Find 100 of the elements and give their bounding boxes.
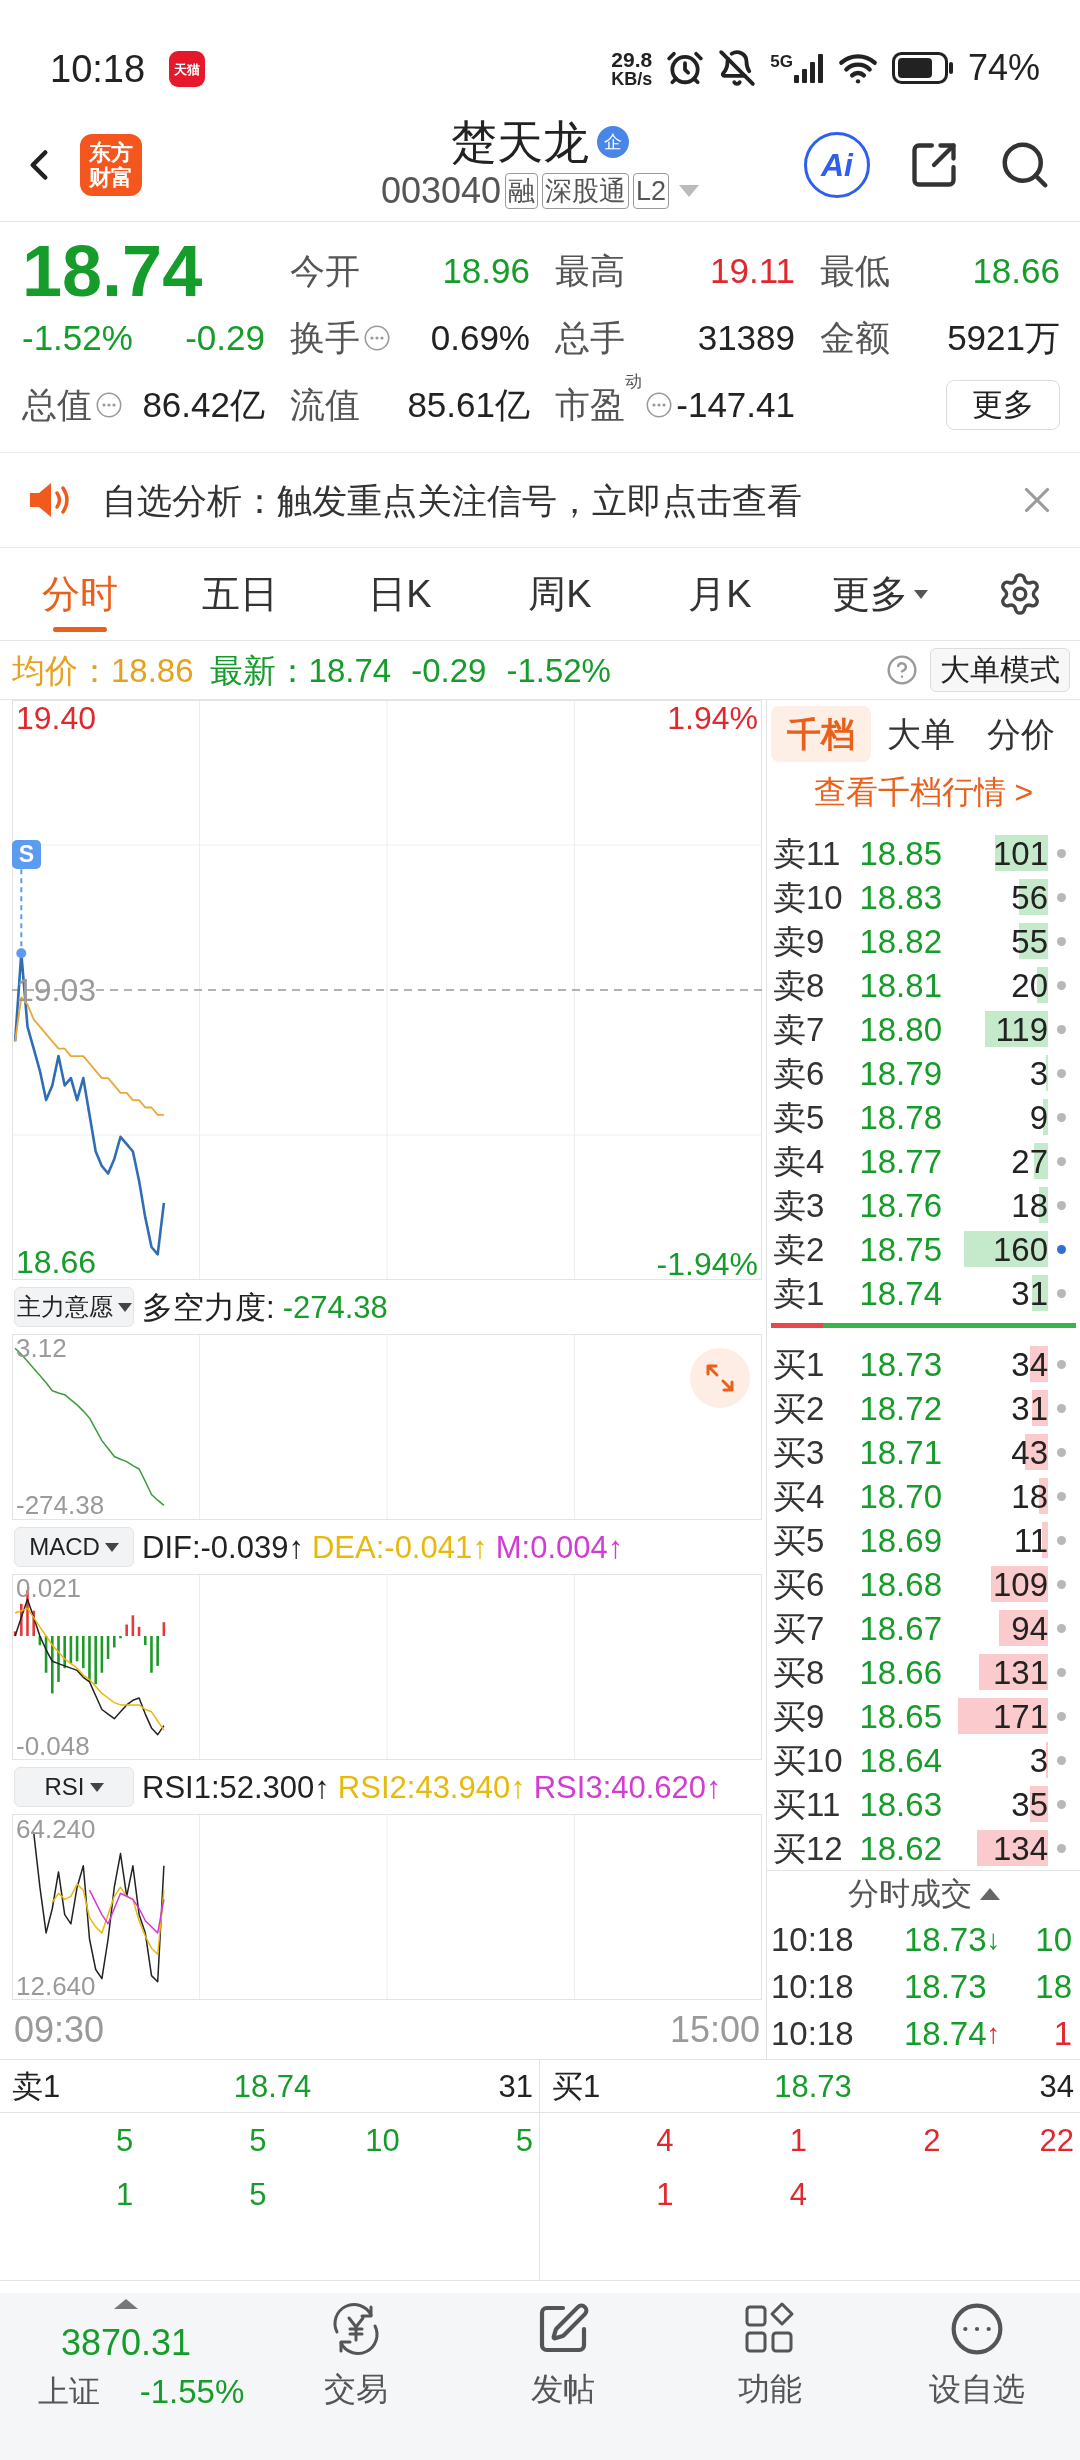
- queue-order-size: 2: [922, 2124, 941, 2156]
- order-level-label: 买3: [773, 1435, 826, 1469]
- order-level-label: 卖1: [773, 1276, 826, 1310]
- stat-label: 流值: [290, 387, 360, 422]
- app-notification-badge: 天猫: [169, 51, 206, 87]
- enterprise-badge: 企: [597, 125, 629, 158]
- queue-order-size: 1: [655, 2178, 674, 2210]
- order-level-label: 买1: [773, 1347, 826, 1381]
- queue-order-size: 4: [655, 2124, 674, 2156]
- order-level-label: 买12: [773, 1831, 844, 1865]
- queue-volume: 34: [1039, 2070, 1074, 2102]
- queue-volume: 31: [498, 2070, 533, 2102]
- order-price: 18.85: [858, 836, 942, 870]
- axis-label: 19.40: [16, 702, 97, 735]
- stat-value: 19.11: [710, 253, 795, 288]
- order-level-label: 买8: [773, 1655, 826, 1689]
- order-price: 18.83: [858, 880, 942, 914]
- clock-time: 10:18: [50, 50, 146, 88]
- order-price: 18.72: [858, 1391, 942, 1425]
- stat-label: 总值: [22, 387, 92, 422]
- axis-label: 64.240: [16, 1815, 96, 1842]
- order-level-label: 买7: [773, 1611, 826, 1645]
- order-price: 18.68: [858, 1567, 942, 1601]
- order-price: 18.65: [858, 1699, 942, 1733]
- trade-volume: 1: [1053, 2017, 1072, 2050]
- order-level-label: 买11: [773, 1787, 842, 1821]
- order-level-label: 买9: [773, 1699, 826, 1733]
- order-level-label: 卖3: [773, 1188, 826, 1222]
- battery-percentage: 74%: [967, 50, 1040, 86]
- stat-label: 最低: [820, 253, 890, 288]
- order-level-label: 卖7: [773, 1012, 826, 1046]
- queue-order-size: 22: [1038, 2124, 1074, 2156]
- order-level-label: 卖4: [773, 1144, 826, 1178]
- indicator-reading: DEA:-0.041↑: [311, 1531, 488, 1563]
- queue-order-size: 1: [115, 2178, 134, 2210]
- order-price: 18.78: [858, 1100, 942, 1134]
- indicator-reading: M:0.004↑: [495, 1531, 624, 1563]
- axis-label: 0.021: [16, 1574, 82, 1601]
- queue-price: 18.73: [774, 2070, 852, 2102]
- order-price: 18.81: [858, 968, 942, 1002]
- price-change: -0.29: [411, 653, 487, 687]
- stat-label: 金额: [820, 320, 890, 355]
- market-tag: 深股通: [542, 172, 630, 209]
- index-name: 上证: [37, 2373, 100, 2411]
- time-axis-label: 09:30: [14, 2011, 105, 2048]
- change-amount: -0.29: [185, 320, 265, 355]
- order-price: 18.74: [858, 1276, 942, 1310]
- order-price: 18.63: [858, 1787, 942, 1821]
- index-change: -1.55%: [139, 2372, 245, 2412]
- average-price: 均价：18.86: [12, 653, 194, 687]
- stat-label: 市盈: [555, 387, 625, 422]
- trade-time: 10:18: [771, 1970, 855, 2003]
- order-level-label: 卖9: [773, 924, 826, 958]
- trade-time: 10:18: [771, 2017, 855, 2050]
- queue-order-size: 10: [364, 2124, 400, 2156]
- percent-axis-label: -1.94%: [656, 1248, 758, 1280]
- stat-label: 总手: [555, 320, 625, 355]
- order-level-label: 买2: [773, 1391, 826, 1425]
- order-price: 18.82: [858, 924, 942, 958]
- order-level-label: 卖2: [773, 1232, 826, 1266]
- stat-label: 最高: [555, 253, 625, 288]
- order-price: 18.67: [858, 1611, 942, 1645]
- order-level-label: 买4: [773, 1479, 826, 1513]
- indicator-reading: RSI2:43.940↑: [337, 1771, 526, 1803]
- stat-value: 18.96: [442, 253, 530, 288]
- axis-label: -0.048: [16, 1733, 90, 1760]
- stat-value: 0.69%: [430, 320, 530, 355]
- queue-price: 18.74: [233, 2070, 312, 2102]
- order-level-label: 买5: [773, 1523, 826, 1557]
- order-level-label: 卖6: [773, 1056, 826, 1090]
- network-speed-unit: KB/s: [611, 69, 653, 88]
- order-price: 18.75: [858, 1232, 942, 1266]
- order-level-label: 买6: [773, 1567, 826, 1601]
- indicator-reading: -274.38: [282, 1291, 388, 1323]
- order-price: 18.66: [858, 1655, 942, 1689]
- order-price: 18.69: [858, 1523, 942, 1557]
- network-type: 5G: [770, 53, 793, 70]
- axis-label: 3.12: [16, 1335, 67, 1362]
- stat-label: 今开: [290, 253, 360, 288]
- stat-label: 换手: [290, 320, 360, 355]
- market-tag: L2: [633, 172, 670, 209]
- order-level-label: 卖11: [773, 836, 842, 870]
- index-value: 3870.31: [60, 2323, 192, 2363]
- market-tag: 融: [505, 172, 539, 209]
- stat-value: -147.41: [676, 387, 795, 422]
- stock-code: 003040: [380, 172, 502, 209]
- price-change: -1.52%: [506, 653, 611, 687]
- queue-level-label: 买1: [552, 2070, 602, 2102]
- stat-value: 5921万: [947, 320, 1060, 355]
- last-price: 18.74: [22, 234, 203, 307]
- order-price: 18.76: [858, 1188, 942, 1222]
- axis-label: -274.38: [16, 1492, 105, 1519]
- queue-order-size: 5: [248, 2124, 267, 2156]
- indicator-reading: 多空力度:: [142, 1291, 275, 1323]
- stat-value: 86.42亿: [142, 387, 265, 422]
- queue-order-size: 1: [788, 2124, 807, 2156]
- queue-order-size: 5: [248, 2178, 267, 2210]
- trade-price: 18.73: [904, 1923, 987, 1956]
- stat-value: 85.61亿: [407, 387, 530, 422]
- trade-volume: 10: [1035, 1923, 1072, 1956]
